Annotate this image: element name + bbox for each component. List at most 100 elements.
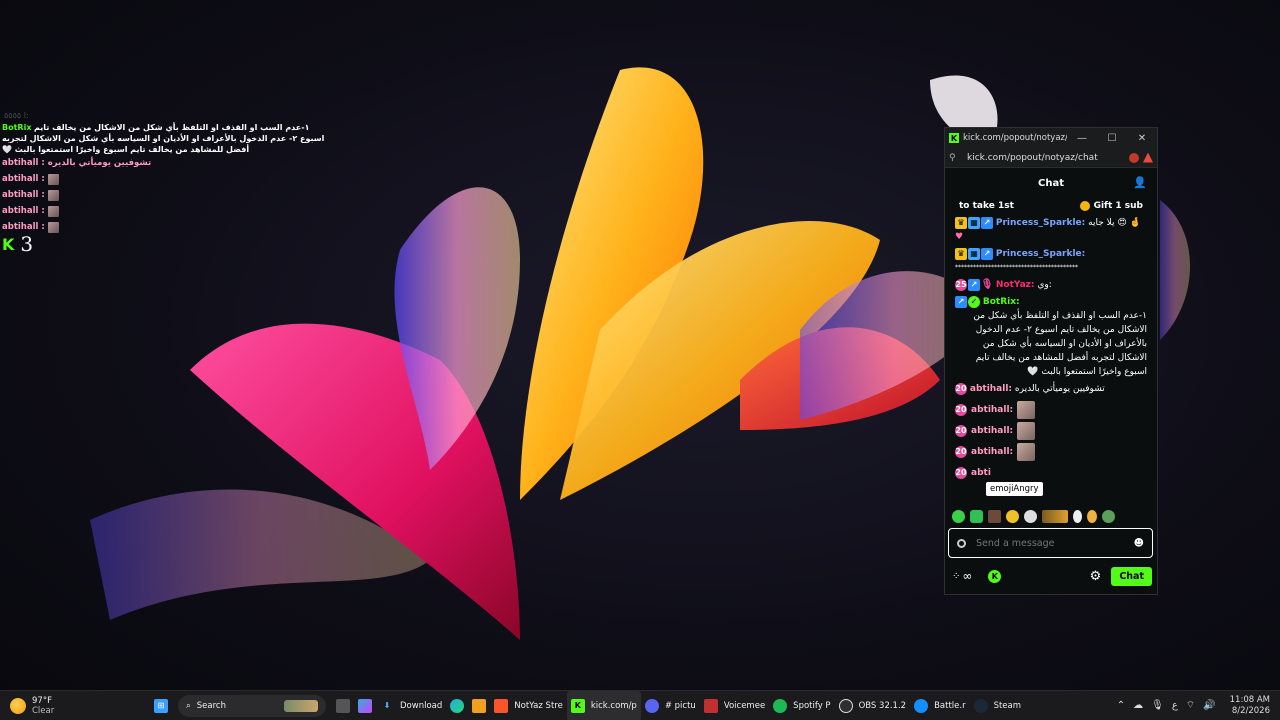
dots-icon[interactable]: ⁘ bbox=[952, 571, 960, 582]
chat-text: وي: bbox=[1037, 280, 1052, 290]
start-button[interactable]: ⊞ bbox=[150, 691, 172, 720]
emote-button[interactable] bbox=[1024, 509, 1037, 523]
chat-username[interactable]: abtihall: bbox=[970, 384, 1012, 394]
chat-username[interactable]: Princess_Sparkle: bbox=[996, 249, 1085, 259]
broadcaster-mic-icon: 🎙 bbox=[980, 278, 994, 290]
chat-username[interactable]: NotYaz: bbox=[996, 280, 1035, 290]
emote-button[interactable] bbox=[970, 509, 983, 523]
site-info-icon[interactable]: ⚲ bbox=[949, 153, 961, 163]
vip-badge-icon: ↗ bbox=[981, 216, 993, 229]
sun-icon bbox=[10, 697, 26, 714]
address-bar[interactable]: ⚲ kick.com/popout/notyaz/chat bbox=[945, 148, 1157, 168]
taskbar-app-kick[interactable]: Kkick.com/p bbox=[566, 690, 641, 720]
users-icon[interactable]: 👤 bbox=[1133, 176, 1147, 189]
chat-header: Chat 👤 bbox=[945, 168, 1157, 198]
address-url[interactable]: kick.com/popout/notyaz/chat bbox=[967, 153, 1125, 163]
badge-group: 20 bbox=[955, 466, 967, 479]
chat-message-input[interactable] bbox=[976, 537, 1134, 549]
battlenet-icon bbox=[914, 698, 929, 713]
chat-messages: ♛ ▦ ↗ Princess_Sparkle: يلا جايه 😍 🤞 ♥ ♛… bbox=[945, 214, 1157, 483]
badge-group: 20 bbox=[955, 424, 967, 437]
chat-footer: ⁘ ∞ K ⚙ Chat bbox=[952, 566, 1152, 586]
chevron-up-icon[interactable]: ⌃ bbox=[1117, 700, 1125, 711]
voicemeeter-icon bbox=[703, 698, 718, 713]
kick-logo-icon: K bbox=[2, 235, 15, 254]
emote-button[interactable] bbox=[1073, 509, 1082, 523]
weather-condition: Clear bbox=[32, 705, 55, 716]
taskbar-clock[interactable]: 11:08 AM 8/2/2026 bbox=[1230, 695, 1270, 717]
badge-group: 20 bbox=[955, 445, 967, 458]
infinity-icon[interactable]: ∞ bbox=[962, 569, 972, 583]
taskview-button[interactable] bbox=[332, 691, 354, 720]
chat-username[interactable]: abtihall: bbox=[971, 445, 1013, 459]
gear-icon[interactable]: ⚙ bbox=[1090, 569, 1102, 584]
send-chat-button[interactable]: Chat bbox=[1111, 566, 1152, 586]
chat-username[interactable]: abti bbox=[971, 466, 991, 480]
overlay-emote-line: abtihall : bbox=[2, 171, 332, 187]
chat-emote[interactable] bbox=[1017, 442, 1036, 461]
chat-username[interactable]: abtihall: bbox=[971, 424, 1013, 438]
chat-username[interactable]: Princess_Sparkle: bbox=[996, 218, 1085, 228]
emote-angry-button[interactable] bbox=[988, 509, 1001, 523]
close-icon[interactable]: ✕ bbox=[1127, 133, 1157, 144]
taskbar-app-steam[interactable]: Steam bbox=[970, 691, 1025, 720]
maximize-icon[interactable]: ☐ bbox=[1097, 133, 1127, 144]
chat-username[interactable]: BotRix: bbox=[983, 297, 1020, 307]
taskbar-app-download[interactable]: ⬇ Download bbox=[376, 691, 446, 720]
taskbar-app-label: Voicemee bbox=[723, 700, 766, 711]
kick-points-icon[interactable]: K bbox=[988, 569, 1002, 583]
overlay-bot-text: ١-عدم السب او القذف او التلفظ بأي شكل من… bbox=[2, 123, 325, 154]
emoji-picker-icon[interactable]: ☻ bbox=[1134, 538, 1144, 549]
taskbar-app-store[interactable] bbox=[468, 691, 490, 720]
copilot-button[interactable] bbox=[354, 691, 376, 720]
chat-emote[interactable] bbox=[1017, 400, 1036, 419]
wifi-icon[interactable]: ⌔ bbox=[1186, 699, 1195, 712]
emote-button[interactable] bbox=[1042, 509, 1068, 523]
kick-icon: K bbox=[570, 698, 585, 713]
chat-message: ♛ ▦ ↗ Princess_Sparkle: يلا جايه 😍 🤞 ♥ bbox=[955, 216, 1147, 244]
taskbar-app-battlenet[interactable]: Battle.r bbox=[910, 691, 970, 720]
volume-icon[interactable]: 🔊 bbox=[1203, 700, 1215, 711]
chat-username[interactable]: abtihall: bbox=[971, 403, 1013, 417]
taskbar-app-label: # pictu bbox=[664, 700, 696, 711]
taskbar-app-spotify[interactable]: Spotify P bbox=[769, 691, 834, 720]
coin-icon bbox=[1079, 201, 1090, 211]
taskbar-app-edge[interactable] bbox=[446, 691, 468, 720]
steam-icon bbox=[973, 698, 988, 713]
gift-sub-button[interactable]: Gift 1 sub bbox=[1079, 201, 1143, 211]
emote-button[interactable] bbox=[1102, 509, 1115, 523]
taskbar-app-label: NotYaz Stre bbox=[514, 700, 563, 711]
store-icon bbox=[472, 698, 487, 713]
brave-icon bbox=[494, 698, 509, 713]
weather-widget[interactable]: 97°F Clear bbox=[0, 696, 150, 716]
chat-message: ↗ ✓ BotRix: ١-عدم السب او القذف او التلف… bbox=[955, 295, 1147, 379]
overlay-username: abtihall : bbox=[2, 173, 45, 184]
chat-message: 20 abti bbox=[955, 462, 1147, 483]
taskbar-app-obs[interactable]: OBS 32.1.2 bbox=[835, 691, 911, 720]
kick-counter-value: 3 bbox=[20, 232, 34, 256]
emote-button[interactable] bbox=[1006, 509, 1019, 523]
taskbar-app-brave[interactable]: NotYaz Stre bbox=[490, 691, 567, 720]
input-language[interactable]: ع bbox=[1172, 700, 1178, 711]
sub-badge-icon: ▦ bbox=[968, 216, 980, 229]
microphone-icon[interactable]: 🎙 bbox=[1151, 700, 1164, 711]
message-input-box[interactable]: ☻ bbox=[948, 528, 1153, 558]
brave-shield-icon[interactable] bbox=[1129, 152, 1139, 163]
chat-emote[interactable] bbox=[1017, 421, 1036, 440]
emote-button[interactable] bbox=[952, 509, 965, 523]
overlay-bot-message: BotRix ١-عدم السب او القذف او التلفظ بأي… bbox=[2, 122, 332, 155]
taskbar-search[interactable]: ⌕ Search bbox=[178, 694, 326, 717]
taskbar-app-voicemeeter[interactable]: Voicemee bbox=[700, 691, 769, 720]
sub-badge-icon: ▦ bbox=[968, 247, 980, 260]
badge-group: 25 ↗ 🎙 bbox=[955, 278, 994, 291]
emote-button[interactable] bbox=[1087, 509, 1097, 523]
record-icon bbox=[957, 538, 966, 548]
pinned-banner[interactable]: to take 1st Gift 1 sub bbox=[945, 198, 1157, 214]
minimize-icon[interactable]: — bbox=[1067, 133, 1097, 144]
emote-image bbox=[47, 221, 59, 233]
emote-image bbox=[47, 173, 59, 185]
brave-rewards-icon[interactable] bbox=[1143, 152, 1153, 163]
window-titlebar[interactable]: K kick.com/popout/notyaz/ch... — ☐ ✕ bbox=[945, 128, 1157, 148]
network-icon[interactable]: ☁ bbox=[1133, 700, 1143, 711]
taskbar-app-discord[interactable]: # pictu bbox=[641, 691, 700, 720]
